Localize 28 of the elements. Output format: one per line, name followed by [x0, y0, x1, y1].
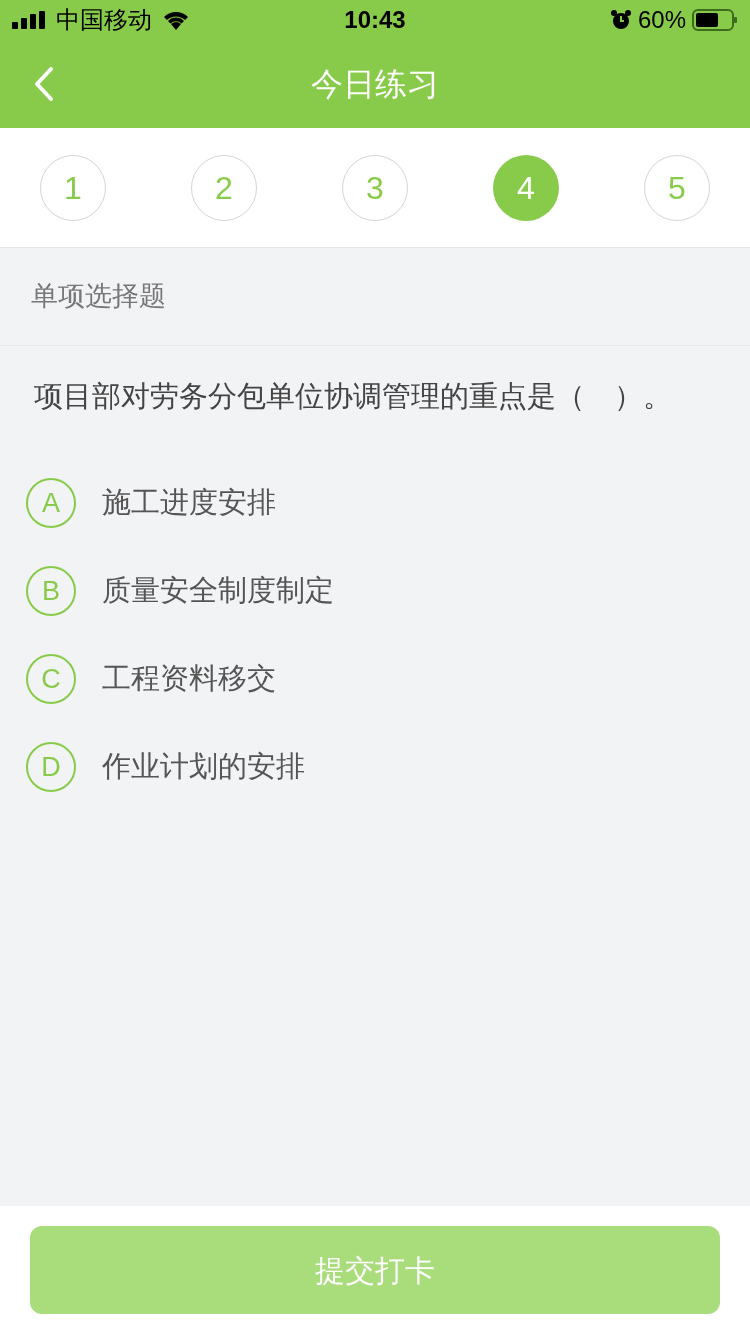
- question-text: 项目部对劳务分包单位协调管理的重点是（ ）。: [34, 379, 673, 414]
- page-title: 今日练习: [311, 65, 439, 104]
- option-text: 工程资料移交: [102, 661, 276, 697]
- section-title: 单项选择题: [31, 280, 166, 314]
- option-letter: C: [26, 654, 76, 704]
- answer-option[interactable]: A 施工进度安排: [26, 478, 724, 528]
- question-number-tab[interactable]: 4: [493, 154, 559, 221]
- back-icon: [33, 66, 55, 102]
- option-letter: A: [26, 478, 76, 528]
- answer-option[interactable]: D 作业计划的安排: [26, 742, 724, 792]
- alarm-icon: [609, 9, 632, 31]
- option-letter: D: [26, 742, 76, 792]
- question-number-tab[interactable]: 3: [342, 154, 408, 221]
- question-number-tab[interactable]: 5: [644, 154, 710, 221]
- signal-icon: [12, 11, 46, 29]
- answer-option[interactable]: B 质量安全制度制定: [26, 566, 724, 616]
- status-time: 10:43: [344, 5, 406, 35]
- question-number-tab[interactable]: 2: [191, 154, 257, 221]
- battery-icon: [692, 9, 738, 31]
- option-text: 作业计划的安排: [102, 749, 305, 785]
- question-number-tab[interactable]: 1: [40, 154, 106, 221]
- battery-percent: 60%: [637, 5, 686, 35]
- carrier-name: 中国移动: [56, 5, 152, 35]
- wifi-icon: [162, 10, 190, 30]
- option-text: 质量安全制度制定: [102, 573, 334, 609]
- option-text: 施工进度安排: [102, 485, 276, 521]
- option-letter: B: [26, 566, 76, 616]
- answer-option[interactable]: C 工程资料移交: [26, 654, 724, 704]
